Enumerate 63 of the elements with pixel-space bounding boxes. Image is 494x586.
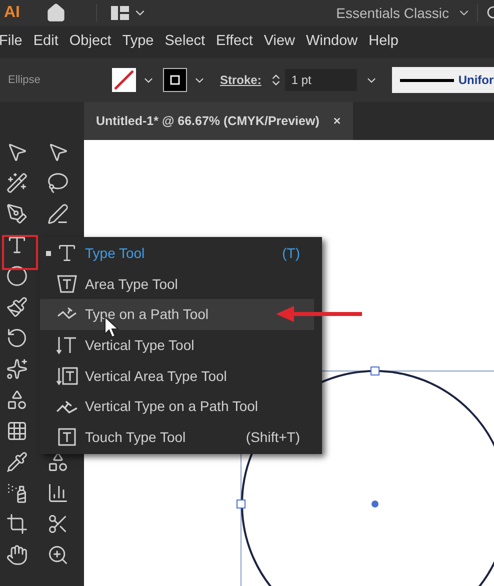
workspace-switcher[interactable] (111, 6, 147, 20)
menu-item[interactable]: View (264, 31, 296, 53)
selection-arrow-icon[interactable] (6, 141, 28, 163)
selection-handle[interactable] (370, 366, 380, 376)
fill-swatch[interactable] (112, 68, 136, 92)
menu-item[interactable]: Object (69, 31, 112, 53)
curvature-pen-icon[interactable] (47, 203, 69, 225)
workspace-name: Essentials Classic (336, 4, 449, 22)
stroke-label: Stroke: (220, 72, 262, 89)
tab-close-button[interactable]: × (333, 112, 341, 130)
vertical-type-icon (56, 334, 78, 356)
ellipse-icon[interactable] (6, 265, 28, 287)
stroke-profile-label: Unifor (458, 72, 494, 89)
blend-icon[interactable] (47, 451, 69, 473)
zoom-icon[interactable] (47, 544, 69, 566)
hand-icon[interactable] (6, 544, 28, 566)
flyout-menu-item[interactable]: Area Type Tool (40, 268, 314, 300)
artboard-icon[interactable] (6, 513, 28, 535)
object-label: Ellipse (8, 72, 42, 88)
direct-selection-icon[interactable] (47, 141, 69, 163)
magic-wand-icon[interactable] (6, 172, 28, 194)
active-tool-bullet (46, 250, 51, 256)
menu-item[interactable]: Effect (216, 31, 253, 53)
lasso-icon[interactable] (47, 172, 69, 194)
rotate-icon[interactable] (6, 327, 28, 349)
document-tab[interactable]: Untitled-1* @ 66.67% (CMYK/Preview) × (84, 102, 353, 140)
type-tool-highlight (2, 235, 38, 270)
center-point (372, 500, 378, 508)
home-icon[interactable] (46, 3, 66, 23)
workspace-menu[interactable]: Essentials Classic (336, 2, 471, 24)
area-type-icon (56, 273, 78, 296)
menu-item[interactable]: Type (122, 31, 154, 53)
spray-icon[interactable] (6, 482, 28, 504)
shape-builder-icon[interactable] (6, 389, 28, 411)
eyedropper-icon[interactable] (6, 451, 28, 473)
menu-item[interactable]: Window (306, 31, 358, 53)
flyout-menu-item[interactable]: Vertical Type Tool (40, 330, 314, 361)
flyout-menu-item[interactable]: Touch Type Tool (Shift+T) (40, 422, 314, 453)
type-icon[interactable] (6, 234, 28, 256)
stroke-weight-field[interactable]: 1 pt (285, 69, 358, 91)
stroke-profile-field[interactable]: Unifor (392, 67, 494, 93)
app-logo: AI (4, 3, 21, 23)
flyout-menu-item[interactable]: Type Tool (T) (40, 238, 314, 269)
flyout-menu-item[interactable]: Vertical Area Type Tool (40, 360, 314, 392)
layout-icon (111, 6, 129, 20)
menu-item[interactable]: Help (368, 31, 398, 53)
brush-icon[interactable] (6, 296, 28, 318)
flyout-menu-item[interactable]: Vertical Type on a Path Tool (40, 391, 314, 422)
bar-chart-icon[interactable] (47, 482, 69, 504)
menu-item[interactable]: Edit (33, 31, 58, 53)
warp-icon[interactable] (6, 358, 28, 380)
menu-item[interactable]: Select (164, 31, 206, 53)
pen-icon[interactable] (6, 203, 28, 225)
mesh-grid-icon[interactable] (6, 420, 28, 442)
vertical-area-type-icon (56, 365, 78, 388)
document-title: Untitled-1* @ 66.67% (CMYK/Preview) (96, 112, 320, 130)
selection-handle[interactable] (236, 500, 246, 508)
menu-item[interactable]: File (0, 31, 22, 53)
flyout-menu-item[interactable]: Type on a Path Tool (40, 299, 314, 330)
touch-type-icon (56, 426, 78, 448)
slice-icon[interactable] (47, 513, 69, 535)
stroke-line-icon (400, 78, 454, 82)
stroke-swatch[interactable] (163, 68, 187, 92)
